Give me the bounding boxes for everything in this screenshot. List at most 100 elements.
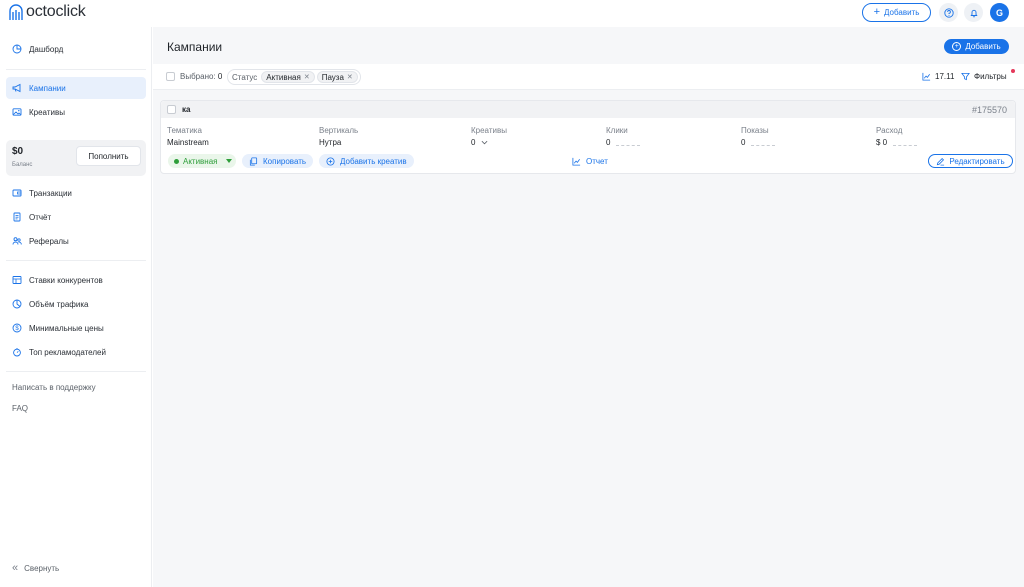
campaign-col-creatives: Креативы 0 xyxy=(471,126,507,147)
filters-button[interactable]: Фильтры xyxy=(961,72,1007,81)
sidebar-divider xyxy=(6,371,146,372)
add-creative-button[interactable]: Добавить креатив xyxy=(319,154,414,168)
sparkline-placeholder xyxy=(616,144,641,146)
top-add-button[interactable]: + Добавить xyxy=(862,3,931,22)
sidebar-item-min-prices[interactable]: $ Минимальные цены xyxy=(6,317,146,339)
creatives-dropdown[interactable]: 0 xyxy=(471,138,507,147)
collapse-sidebar-button[interactable]: « Свернуть xyxy=(12,562,59,574)
campaign-checkbox[interactable] xyxy=(167,105,176,114)
image-icon xyxy=(12,108,22,116)
col-label: Показы xyxy=(741,126,769,135)
refill-button[interactable]: Пополнить xyxy=(76,146,141,166)
caret-down-icon xyxy=(225,159,232,163)
status-dropdown[interactable]: Активная xyxy=(168,154,236,168)
page-title: Кампании xyxy=(167,40,223,54)
add-campaign-label: Добавить xyxy=(965,42,1001,51)
question-icon xyxy=(943,7,954,18)
dashboard-pie-icon xyxy=(12,44,22,54)
avatar[interactable]: G xyxy=(990,3,1009,22)
collapse-label: Свернуть xyxy=(24,563,60,573)
pencil-icon xyxy=(937,157,945,165)
col-value: $ 0 xyxy=(876,138,918,147)
campaign-col-theme: Тематика Mainstream xyxy=(167,126,209,147)
selected-value: 0 xyxy=(217,72,223,81)
filters-label: Фильтры xyxy=(974,72,1007,81)
status-filter[interactable]: Статус Активная ✕ Пауза ✕ xyxy=(227,69,361,85)
main-content: Кампании + Добавить Выбрано: 0 Статус Ак… xyxy=(153,27,1024,587)
page-header: Кампании + Добавить xyxy=(153,27,1024,64)
stopwatch-icon xyxy=(13,348,21,357)
report-link[interactable]: Отчет xyxy=(572,157,608,166)
status-chip-active[interactable]: Активная ✕ xyxy=(261,71,315,83)
sidebar-item-traffic-volume[interactable]: Объём трафика xyxy=(6,293,146,315)
sidebar-item-creatives[interactable]: Креативы xyxy=(6,101,146,123)
campaign-id: #175570 xyxy=(971,105,1007,115)
report-label: Отчет xyxy=(586,157,608,166)
sidebar-item-label: Креативы xyxy=(29,107,65,117)
sidebar-item-label: Объём трафика xyxy=(29,299,89,309)
sidebar-item-label: Ставки конкурентов xyxy=(29,275,103,285)
select-all-checkbox[interactable] xyxy=(166,72,175,81)
help-button[interactable] xyxy=(939,3,958,22)
sidebar-item-label: Кампании xyxy=(29,83,66,93)
value-text: Mainstream xyxy=(167,138,209,147)
close-icon[interactable]: ✕ xyxy=(347,73,353,81)
sidebar-item-dashboard[interactable]: Дашборд xyxy=(6,38,146,60)
faq-link[interactable]: FAQ xyxy=(12,404,28,413)
status-filter-label: Статус xyxy=(232,72,258,82)
status-chip-paused[interactable]: Пауза ✕ xyxy=(316,71,358,83)
campaign-card: ка #175570 Тематика Mainstream Вертикаль… xyxy=(160,100,1016,174)
table-icon xyxy=(12,276,22,284)
sidebar-item-transactions[interactable]: Транзакции xyxy=(6,182,146,204)
sidebar-item-label: Отчёт xyxy=(29,212,52,222)
sidebar-item-competitor-bids[interactable]: Ставки конкурентов xyxy=(6,269,146,291)
plus-circle-icon: + xyxy=(952,42,962,51)
col-label: Расход xyxy=(876,126,903,135)
campaign-card-header: ка #175570 xyxy=(161,101,1015,118)
report-icon xyxy=(13,212,21,222)
sidebar-item-label: Дашборд xyxy=(29,44,64,54)
col-value: 0 xyxy=(741,138,776,147)
col-label: Клики xyxy=(606,126,628,135)
sidebar-item-referrals[interactable]: Рефералы xyxy=(6,230,146,252)
dollar-icon: $ xyxy=(12,323,22,333)
octopus-logo-icon xyxy=(9,4,23,20)
balance-amount: $0 xyxy=(12,146,24,157)
sidebar-item-campaigns[interactable]: Кампании xyxy=(6,77,146,99)
filter-bar: Выбрано: 0 Статус Активная ✕ Пауза ✕ 17.… xyxy=(153,64,1024,90)
chip-label: Активная xyxy=(266,72,301,82)
col-label: Вертикаль xyxy=(319,126,359,135)
logo[interactable]: octoclick xyxy=(8,3,86,21)
chip-label: Пауза xyxy=(321,72,344,82)
sidebar-item-report[interactable]: Отчёт xyxy=(6,206,146,228)
sidebar-divider xyxy=(6,69,146,70)
value-text: Нутра xyxy=(319,138,342,147)
campaign-name[interactable]: ка xyxy=(182,105,190,114)
edit-button[interactable]: Редактировать xyxy=(928,154,1013,168)
brand-name: octoclick xyxy=(26,3,86,20)
copy-button[interactable]: Копировать xyxy=(242,154,314,168)
date-range-button[interactable]: 17.11 xyxy=(922,72,954,81)
col-value: 0 xyxy=(606,138,641,147)
notifications-button[interactable] xyxy=(964,3,983,22)
col-value: Нутра xyxy=(319,138,358,147)
sidebar-item-top-advertisers[interactable]: Топ рекламодателей xyxy=(6,341,146,363)
close-icon[interactable]: ✕ xyxy=(304,73,310,81)
value-text: 0 xyxy=(606,138,611,147)
campaign-col-spend: Расход $ 0 xyxy=(876,126,918,147)
plus-icon: + xyxy=(873,6,881,18)
line-chart-icon xyxy=(922,72,931,81)
copy-label: Копировать xyxy=(263,156,307,166)
support-link[interactable]: Написать в поддержку xyxy=(12,383,96,392)
selected-count: Выбрано: 0 xyxy=(180,72,222,81)
col-value: Mainstream xyxy=(167,138,209,147)
add-creative-label: Добавить креатив xyxy=(340,156,407,166)
edit-label: Редактировать xyxy=(949,156,1005,166)
add-campaign-button[interactable]: + Добавить xyxy=(944,39,1009,54)
bell-icon xyxy=(969,9,978,17)
campaign-col-impressions: Показы 0 xyxy=(741,126,776,147)
date-label: 17.11 xyxy=(935,72,955,81)
funnel-icon xyxy=(961,72,970,81)
sidebar-item-label: Рефералы xyxy=(29,236,69,246)
selected-prefix: Выбрано: xyxy=(180,72,216,81)
